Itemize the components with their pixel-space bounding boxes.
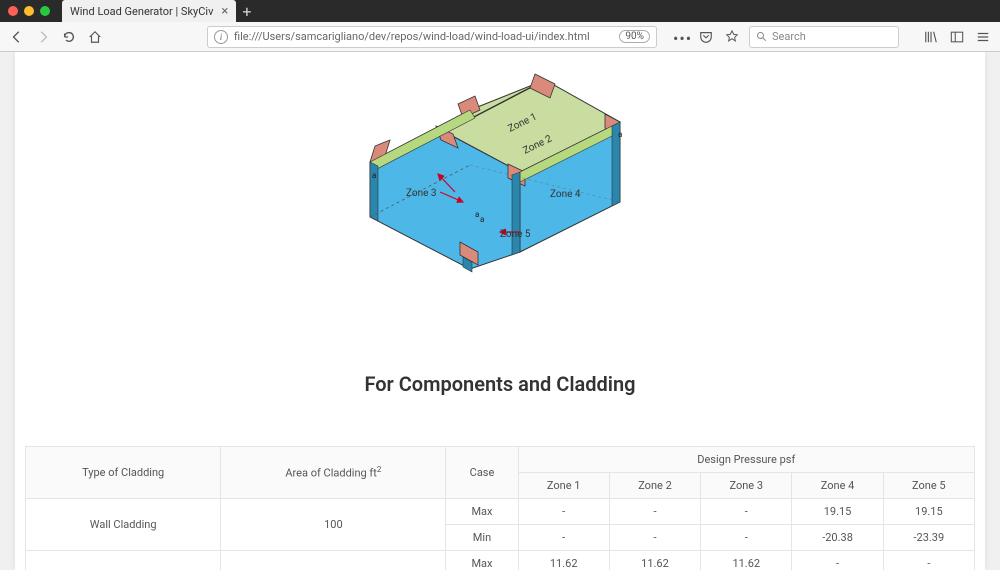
cell-z3: - <box>701 525 792 551</box>
diagram-label-zone5: Zone 5 <box>500 229 531 240</box>
browser-tab[interactable]: Wind Load Generator | SkyCiv × <box>62 0 236 22</box>
pocket-icon[interactable] <box>699 29 715 45</box>
cell-type: Wall Cladding <box>26 499 221 551</box>
diagram-label-a1: a <box>372 171 376 180</box>
cell-z4: - <box>792 551 883 570</box>
more-icon[interactable]: ••• <box>673 29 689 45</box>
cell-area: 10 <box>221 551 446 570</box>
cell-z3: 11.62 <box>701 551 792 570</box>
cell-case: Min <box>446 525 518 551</box>
th-zone2: Zone 2 <box>609 473 700 499</box>
cell-z1: - <box>518 525 609 551</box>
section-title: For Components and Cladding <box>15 372 985 396</box>
cell-z3: - <box>701 499 792 525</box>
library-icon[interactable] <box>924 29 940 45</box>
zoom-level[interactable]: 90% <box>619 30 650 43</box>
browser-toolbar: i file:///Users/samcarigliano/dev/repos/… <box>0 22 1000 52</box>
search-bar[interactable]: Search <box>749 26 899 48</box>
titlebar: Wind Load Generator | SkyCiv × + <box>0 0 1000 22</box>
address-bar[interactable]: i file:///Users/samcarigliano/dev/repos/… <box>207 26 657 48</box>
cladding-table: Type of Cladding Area of Cladding ft2 Ca… <box>25 446 975 570</box>
page-content: Zone 1 Zone 2 Zone 3 Zone 4 Zone 5 a a a… <box>15 52 985 570</box>
cell-z1: 11.62 <box>518 551 609 570</box>
building-diagram: Zone 1 Zone 2 Zone 3 Zone 4 Zone 5 a a a… <box>15 52 985 322</box>
diagram-label-a4: a <box>618 130 622 139</box>
building-svg: Zone 1 Zone 2 Zone 3 Zone 4 Zone 5 a a a… <box>340 62 660 322</box>
cell-z2: 11.62 <box>609 551 700 570</box>
table-row: Roof Cladding 10 Max 11.62 11.62 11.62 -… <box>26 551 975 570</box>
th-zone5: Zone 5 <box>883 473 974 499</box>
sidebar-icon[interactable] <box>950 29 966 45</box>
cell-z2: - <box>609 525 700 551</box>
cell-z5: -23.39 <box>883 525 974 551</box>
forward-button[interactable] <box>34 28 52 46</box>
tab-title: Wind Load Generator | SkyCiv <box>70 5 213 18</box>
cell-z1: - <box>518 499 609 525</box>
viewport: Zone 1 Zone 2 Zone 3 Zone 4 Zone 5 a a a… <box>0 52 1000 570</box>
reload-button[interactable] <box>60 28 78 46</box>
close-window-button[interactable] <box>8 6 18 16</box>
back-button[interactable] <box>8 28 26 46</box>
info-icon[interactable]: i <box>214 30 228 44</box>
maximize-window-button[interactable] <box>40 6 50 16</box>
cell-z4: 19.15 <box>792 499 883 525</box>
diagram-label-a2: a <box>475 210 479 219</box>
cell-case: Max <box>446 551 518 570</box>
close-tab-icon[interactable]: × <box>221 4 228 19</box>
th-case: Case <box>446 447 518 499</box>
home-button[interactable] <box>86 28 104 46</box>
url-text: file:///Users/samcarigliano/dev/repos/wi… <box>234 30 613 43</box>
search-icon <box>756 31 768 43</box>
th-zone4: Zone 4 <box>792 473 883 499</box>
diagram-label-zone3: Zone 3 <box>406 188 437 199</box>
window-controls <box>8 6 50 16</box>
th-design-pressure: Design Pressure psf <box>518 447 974 473</box>
cell-area: 100 <box>221 499 446 551</box>
search-placeholder: Search <box>772 30 806 43</box>
new-tab-button[interactable]: + <box>242 2 251 21</box>
diagram-label-a3: a <box>480 215 484 224</box>
minimize-window-button[interactable] <box>24 6 34 16</box>
cell-type: Roof Cladding <box>26 551 221 570</box>
th-zone3: Zone 3 <box>701 473 792 499</box>
cell-case: Max <box>446 499 518 525</box>
th-area: Area of Cladding ft2 <box>221 447 446 499</box>
menu-icon[interactable] <box>976 29 992 45</box>
bookmark-icon[interactable] <box>725 29 741 45</box>
cell-z4: -20.38 <box>792 525 883 551</box>
table-row: Wall Cladding 100 Max - - - 19.15 19.15 <box>26 499 975 525</box>
cell-z5: 19.15 <box>883 499 974 525</box>
table-header-row-1: Type of Cladding Area of Cladding ft2 Ca… <box>26 447 975 473</box>
diagram-label-zone4: Zone 4 <box>550 189 581 200</box>
th-zone1: Zone 1 <box>518 473 609 499</box>
cell-z5: - <box>883 551 974 570</box>
th-type: Type of Cladding <box>26 447 221 499</box>
cell-z2: - <box>609 499 700 525</box>
